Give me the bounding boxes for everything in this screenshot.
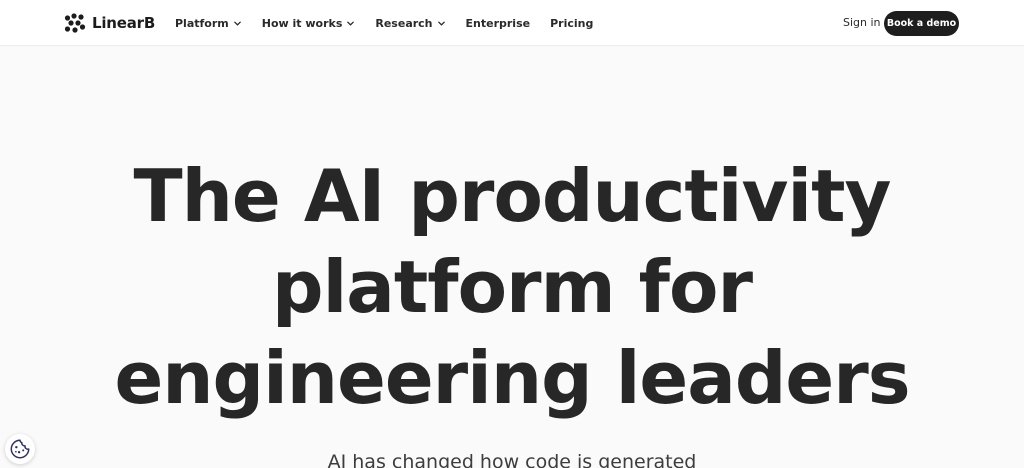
- nav-item-pricing[interactable]: Pricing: [550, 17, 593, 30]
- nav-item-how-it-works[interactable]: How it works: [262, 17, 356, 30]
- top-navbar: LinearB Platform How it works Research E…: [0, 0, 1024, 46]
- sign-in-link[interactable]: Sign in: [843, 16, 881, 29]
- linearb-logo-icon: [64, 13, 86, 33]
- nav-item-enterprise[interactable]: Enterprise: [466, 17, 531, 30]
- hero-title-line: engineering leaders: [114, 336, 910, 420]
- logo-text: LinearB: [92, 14, 156, 32]
- nav-item-platform[interactable]: Platform: [175, 17, 242, 30]
- nav-item-label: Platform: [175, 16, 229, 30]
- nav-item-label: Pricing: [550, 16, 594, 30]
- hero-subtitle: AI has changed how code is generated: [327, 451, 697, 468]
- book-demo-button[interactable]: Book a demo: [884, 11, 959, 36]
- nav-item-research[interactable]: Research: [375, 17, 445, 30]
- nav-item-label: Research: [375, 16, 433, 30]
- chevron-down-icon: [437, 21, 445, 26]
- hero-title-line: The AI productivity: [133, 154, 892, 238]
- chevron-down-icon: [347, 21, 355, 26]
- nav-item-label: How it works: [261, 16, 343, 30]
- logo-link[interactable]: LinearB: [64, 12, 155, 34]
- main-nav: Platform How it works Research Enterpris…: [175, 0, 613, 46]
- cookie-icon: [10, 439, 30, 459]
- chevron-down-icon: [233, 21, 241, 26]
- page: LinearB Platform How it works Research E…: [0, 0, 1024, 468]
- hero-title: The AI productivity platform for enginee…: [0, 151, 1024, 424]
- cookie-settings-button[interactable]: [5, 434, 35, 464]
- nav-item-label: Enterprise: [465, 16, 531, 30]
- hero-title-line: platform for: [272, 245, 753, 329]
